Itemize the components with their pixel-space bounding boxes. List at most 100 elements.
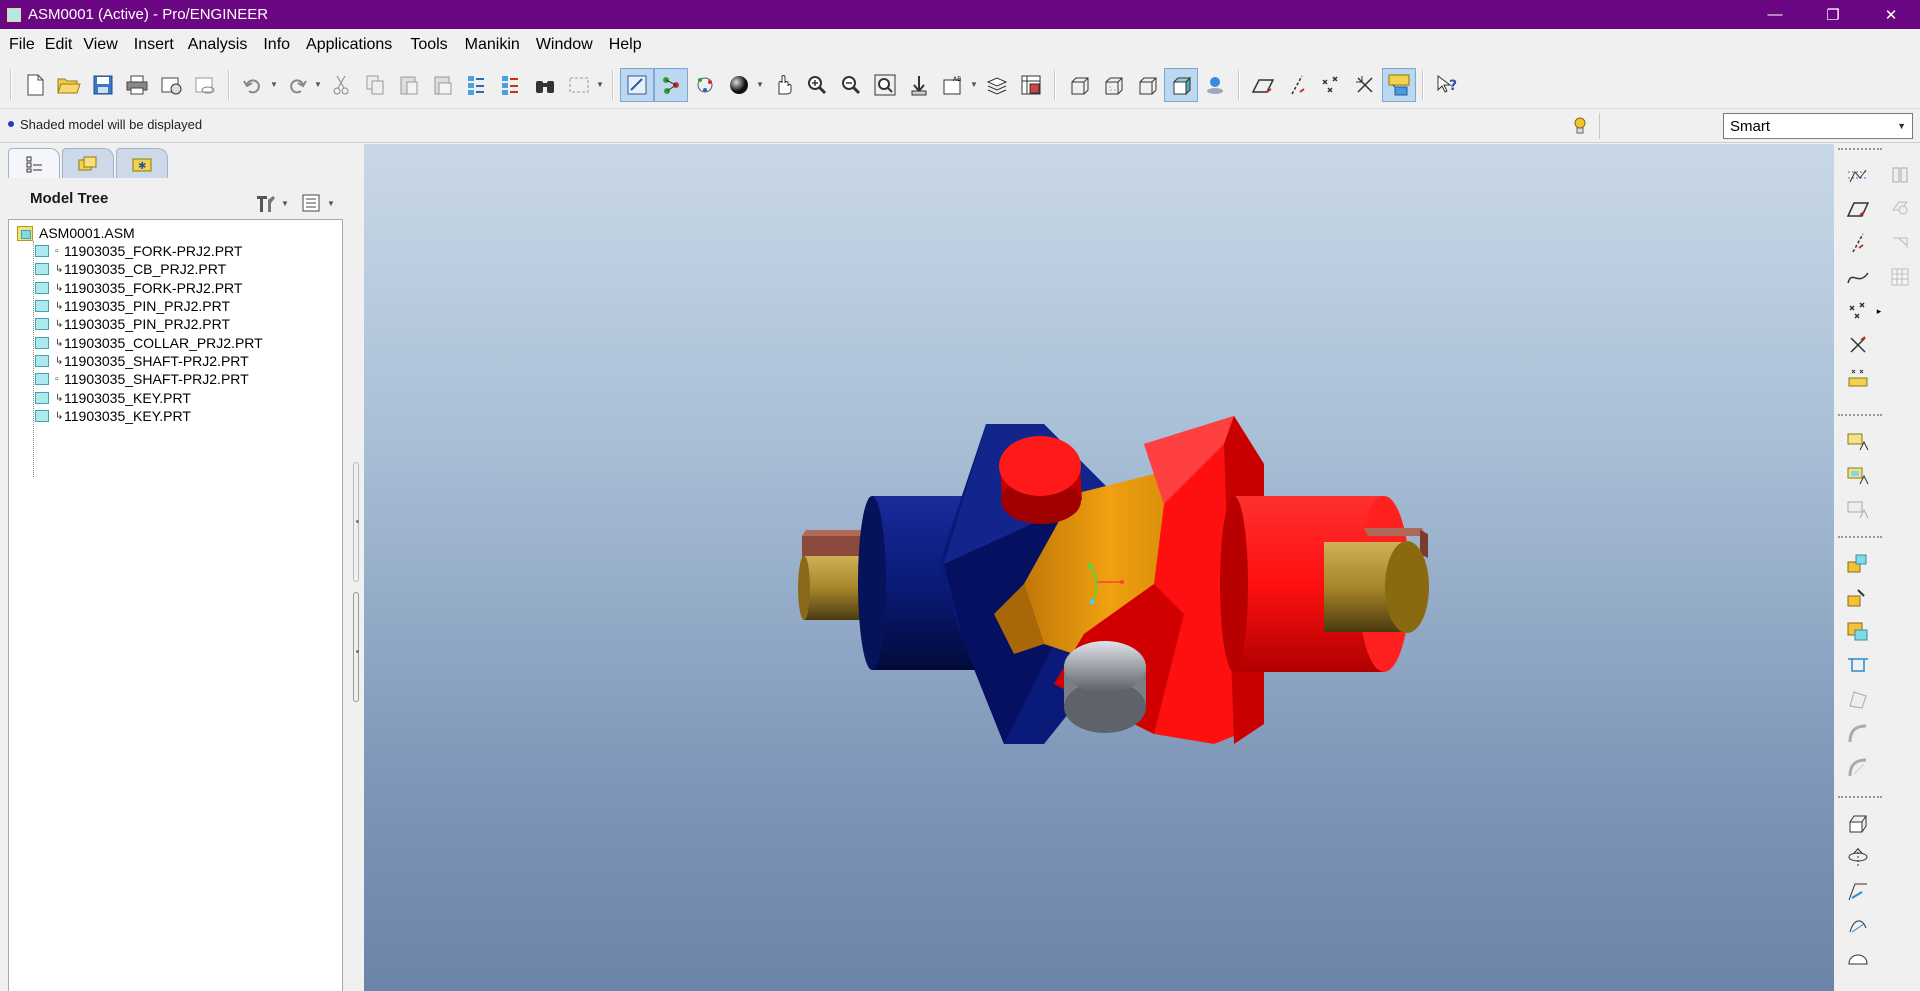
wireframe-icon[interactable] — [1062, 68, 1096, 102]
tree-item[interactable]: ↳ 11903035_COLLAR_PRJ2.PRT — [35, 333, 263, 353]
component-repeat-icon[interactable] — [1842, 494, 1874, 524]
create-component-icon[interactable] — [1842, 582, 1874, 612]
menu-help[interactable]: Help — [609, 36, 649, 54]
tree-item[interactable]: ↳ 11903035_KEY.PRT — [35, 388, 191, 408]
menu-edit[interactable]: Edit — [45, 36, 84, 54]
zoom-out-icon[interactable] — [834, 68, 868, 102]
paste-special-icon[interactable] — [426, 68, 460, 102]
regenerate-icon[interactable] — [460, 68, 494, 102]
tree-item[interactable]: ▫ 11903035_SHAFT-PRJ2.PRT — [35, 369, 249, 389]
no-hidden-icon[interactable] — [1130, 68, 1164, 102]
menu-info[interactable]: Info — [263, 36, 306, 54]
menu-file[interactable]: File — [9, 36, 45, 54]
tab-model-tree[interactable] — [8, 148, 60, 178]
email-link-icon[interactable] — [188, 68, 222, 102]
redo-dropdown-icon[interactable]: ▼ — [314, 80, 324, 89]
select-box-icon[interactable] — [562, 68, 596, 102]
csys-display-icon[interactable] — [1348, 68, 1382, 102]
menu-view[interactable]: View — [83, 36, 133, 54]
pin-top[interactable] — [999, 436, 1082, 524]
tree-settings-dropdown-icon[interactable]: ▼ — [277, 199, 293, 208]
layers-icon[interactable] — [980, 68, 1014, 102]
graphics-window[interactable] — [364, 144, 1834, 991]
shading-icon[interactable] — [722, 68, 756, 102]
shaft-right[interactable] — [1324, 541, 1429, 633]
menu-analysis[interactable]: Analysis — [188, 36, 264, 54]
open-folder-icon[interactable] — [52, 68, 86, 102]
tree-item[interactable]: ↳ 11903035_SHAFT-PRJ2.PRT — [35, 351, 249, 371]
menu-applications[interactable]: Applications — [306, 36, 410, 54]
pane-splitter[interactable] — [350, 315, 362, 702]
revolve-tool-icon[interactable] — [1842, 842, 1874, 872]
annotation-display-icon[interactable] — [1382, 67, 1416, 102]
pin-bottom[interactable] — [1064, 641, 1146, 733]
menu-window[interactable]: Window — [536, 36, 609, 54]
restore-button[interactable]: ❐ — [1804, 0, 1862, 29]
component-create-icon[interactable] — [1842, 460, 1874, 490]
tree-item[interactable]: ↳ 11903035_CB_PRJ2.PRT — [35, 259, 226, 279]
datum-plane-display-icon[interactable] — [1246, 68, 1280, 102]
refit-icon[interactable] — [868, 68, 902, 102]
assembly-model[interactable] — [364, 144, 1834, 991]
tree-item[interactable]: ↳ 11903035_PIN_PRJ2.PRT — [35, 296, 230, 316]
save-icon[interactable] — [86, 68, 120, 102]
repaint-icon[interactable] — [620, 67, 654, 102]
merge-tool-icon[interactable] — [1884, 194, 1916, 224]
datum-plane-icon[interactable] — [1842, 194, 1874, 224]
hidden-line-icon[interactable] — [1096, 68, 1130, 102]
lightbulb-icon[interactable] — [1568, 114, 1592, 138]
chamfer-tool-icon[interactable] — [1842, 752, 1874, 782]
appearance-icon[interactable] — [1198, 68, 1232, 102]
print-icon[interactable] — [120, 68, 154, 102]
hole-tool-icon[interactable] — [1842, 650, 1874, 680]
round-tool-icon[interactable] — [1842, 718, 1874, 748]
style-tool-icon[interactable] — [1842, 944, 1874, 974]
analysis-feature-icon[interactable] — [1842, 362, 1874, 392]
email-icon[interactable] — [154, 68, 188, 102]
zoom-in-icon[interactable] — [800, 68, 834, 102]
pan-icon[interactable] — [766, 68, 800, 102]
csys-icon[interactable] — [1842, 330, 1874, 360]
assemble-component-icon[interactable] — [1842, 548, 1874, 578]
tree-item[interactable]: ↳ 11903035_KEY.PRT — [35, 406, 191, 426]
context-help-icon[interactable]: ? — [1430, 68, 1464, 102]
undo-dropdown-icon[interactable]: ▼ — [270, 80, 280, 89]
selection-filter-dropdown[interactable]: Smart ▼ — [1723, 113, 1913, 139]
redo-icon[interactable] — [280, 68, 314, 102]
tree-item[interactable]: ↳ 11903035_FORK-PRJ2.PRT — [35, 278, 242, 298]
datum-point-icon[interactable] — [1842, 296, 1874, 326]
spin-center-icon[interactable] — [654, 67, 688, 102]
tab-folder-browser[interactable] — [62, 148, 114, 178]
menu-insert[interactable]: Insert — [134, 36, 188, 54]
minimize-button[interactable]: — — [1746, 0, 1804, 29]
tree-item[interactable]: ↳ 11903035_PIN_PRJ2.PRT — [35, 314, 230, 334]
view-manager-icon[interactable] — [1014, 68, 1048, 102]
regen-manager-icon[interactable] — [494, 68, 528, 102]
shell-tool-icon[interactable] — [1842, 684, 1874, 714]
tree-show-dropdown-icon[interactable]: ▼ — [323, 199, 339, 208]
datum-axis-display-icon[interactable] — [1280, 68, 1314, 102]
undo-icon[interactable] — [236, 68, 270, 102]
datum-axis-icon[interactable] — [1842, 228, 1874, 258]
sweep-tool-icon[interactable] — [1842, 876, 1874, 906]
sketch-display-icon[interactable] — [1842, 160, 1874, 190]
blend-tool-icon[interactable] — [1842, 910, 1874, 940]
new-file-icon[interactable] — [18, 68, 52, 102]
datum-curve-icon[interactable] — [1842, 262, 1874, 292]
shaded-icon[interactable] — [1164, 67, 1198, 102]
select-dropdown-icon[interactable]: ▼ — [596, 80, 606, 89]
copy-icon[interactable] — [358, 68, 392, 102]
orient-mode-icon[interactable] — [688, 68, 722, 102]
tab-favorites[interactable]: ✱ — [116, 148, 168, 178]
mirror-tool-icon[interactable] — [1884, 160, 1916, 190]
menu-manikin[interactable]: Manikin — [465, 36, 536, 54]
reorient-icon[interactable] — [902, 68, 936, 102]
paste-icon[interactable] — [392, 68, 426, 102]
tree-item[interactable]: ▫ 11903035_FORK-PRJ2.PRT — [35, 241, 242, 261]
pattern-tool-icon[interactable] — [1884, 262, 1916, 292]
trim-tool-icon[interactable] — [1884, 228, 1916, 258]
tree-root-item[interactable]: ASM0001.ASM — [17, 223, 135, 243]
tree-show-icon[interactable] — [299, 186, 323, 220]
find-icon[interactable] — [528, 68, 562, 102]
tree-settings-icon[interactable] — [253, 186, 277, 220]
